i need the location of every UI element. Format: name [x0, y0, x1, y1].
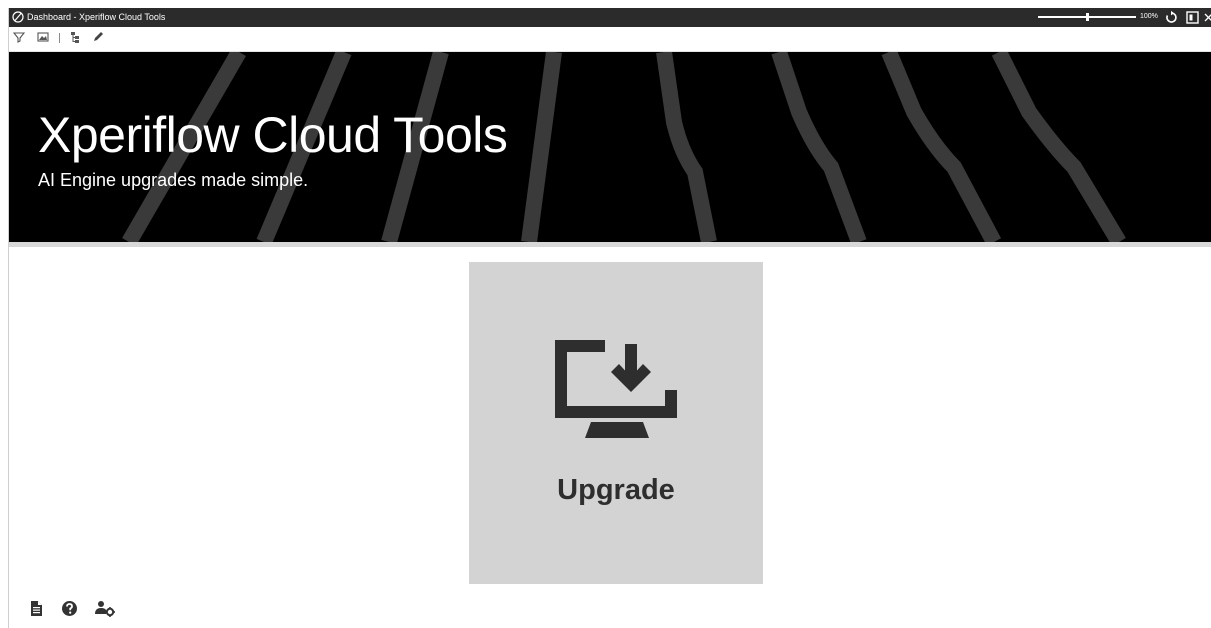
document-icon[interactable] [28, 600, 45, 617]
upgrade-tile-button[interactable]: Upgrade [469, 262, 763, 584]
hierarchy-icon[interactable] [68, 30, 82, 44]
hero-banner: Xperiflow Cloud Tools AI Engine upgrades… [9, 52, 1211, 242]
title-bar: Dashboard - Xperiflow Cloud Tools 100% [9, 8, 1211, 27]
filter-icon[interactable] [12, 30, 26, 44]
toolbar [9, 27, 1211, 52]
panel-toggle-icon[interactable] [1185, 10, 1200, 25]
banner-title: Xperiflow Cloud Tools [38, 107, 508, 163]
refresh-icon[interactable] [1164, 10, 1179, 25]
pencil-icon[interactable] [91, 30, 105, 44]
app-logo-icon [12, 11, 24, 23]
help-icon[interactable] [61, 600, 78, 617]
zoom-slider-thumb[interactable] [1086, 13, 1089, 21]
banner-subtitle: AI Engine upgrades made simple. [38, 170, 309, 190]
close-icon[interactable] [1204, 10, 1211, 25]
upgrade-label: Upgrade [557, 474, 675, 506]
image-icon[interactable] [36, 30, 50, 44]
app-window: Dashboard - Xperiflow Cloud Tools 100% X… [8, 8, 1211, 628]
user-settings-icon[interactable] [94, 600, 115, 617]
window-title: Dashboard - Xperiflow Cloud Tools [27, 12, 166, 22]
download-to-computer-icon [555, 340, 677, 438]
toolbar-separator [59, 33, 60, 43]
zoom-level: 100% [1140, 13, 1158, 20]
banner-divider [9, 242, 1211, 247]
